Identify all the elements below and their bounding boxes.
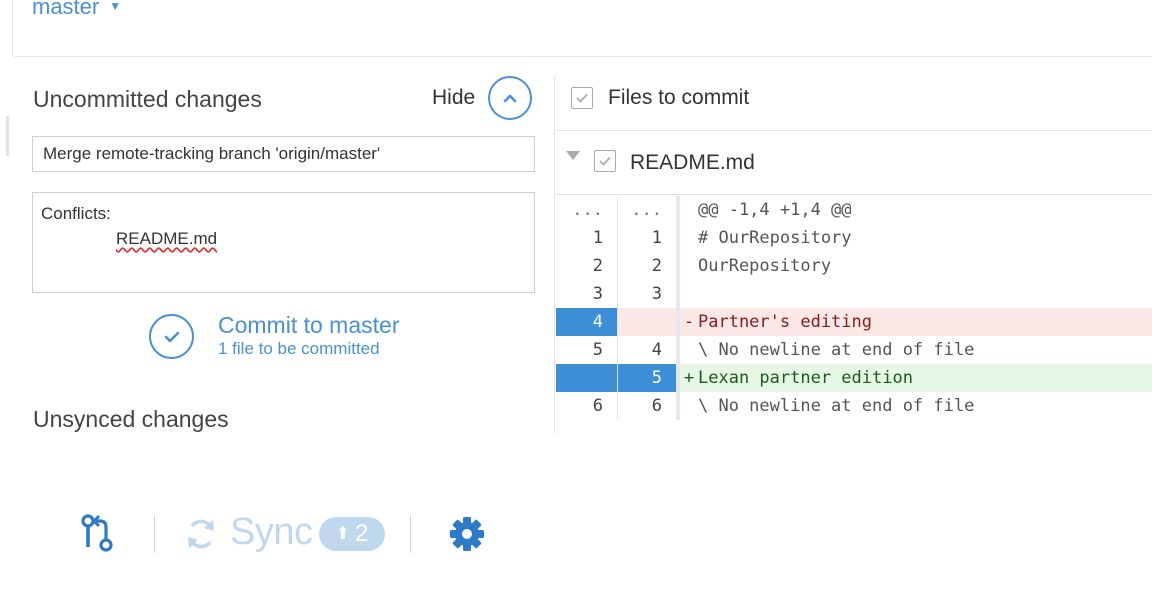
gear-icon[interactable] bbox=[448, 515, 486, 558]
diff-line: 5 + Lexan partner edition bbox=[556, 364, 1152, 392]
new-line-number: 6 bbox=[618, 392, 680, 420]
diff-line: 6 6 \ No newline at end of file bbox=[556, 392, 1152, 420]
panel-divider bbox=[554, 76, 555, 434]
commit-file-count: 1 file to be committed bbox=[218, 339, 380, 358]
files-to-commit-checkbox[interactable] bbox=[571, 87, 593, 109]
diff-line: 2 2 OurRepository bbox=[556, 252, 1152, 280]
new-line-number: 1 bbox=[618, 224, 680, 252]
commit-description-textarea[interactable]: Conflicts: README.md bbox=[32, 192, 535, 293]
files-to-commit-label: Files to commit bbox=[608, 86, 750, 109]
caret-down-icon: ▼ bbox=[109, 0, 122, 13]
left-border bbox=[12, 0, 13, 56]
diff-code: # OurRepository bbox=[698, 228, 852, 248]
new-line-number: 3 bbox=[618, 280, 680, 308]
toolbar-separator bbox=[154, 515, 155, 553]
diff-sign bbox=[680, 392, 698, 420]
file-header-divider bbox=[556, 194, 1152, 195]
branch-selector[interactable]: master ▼ bbox=[32, 0, 121, 20]
file-name[interactable]: README.md bbox=[630, 151, 755, 175]
diff-code: OurRepository bbox=[698, 256, 832, 276]
commit-to-master-label[interactable]: Commit to master bbox=[218, 312, 399, 339]
commit-summary-input[interactable]: Merge remote-tracking branch 'origin/mas… bbox=[32, 136, 535, 172]
old-line-number: 3 bbox=[556, 280, 618, 308]
diff-sign bbox=[680, 196, 698, 224]
diff-code bbox=[698, 280, 1152, 308]
diff-code: Partner's editing bbox=[698, 312, 872, 332]
diff-sign bbox=[680, 280, 698, 308]
hide-button[interactable] bbox=[488, 76, 532, 120]
old-line-number bbox=[556, 364, 618, 392]
up-arrow-icon: ⬆ bbox=[335, 524, 350, 543]
diff-code: Lexan partner edition bbox=[698, 368, 913, 388]
diff-line: 4 - Partner's editing bbox=[556, 308, 1152, 336]
old-line-number: 4 bbox=[556, 308, 618, 336]
uncommitted-changes-title: Uncommitted changes bbox=[33, 86, 262, 112]
diff-sign bbox=[680, 224, 698, 252]
sync-count-badge: ⬆ 2 bbox=[319, 517, 385, 551]
new-line-number bbox=[618, 308, 680, 336]
old-line-number: 5 bbox=[556, 336, 618, 364]
diff-view: ...... @@ -1,4 +1,4 @@ 1 1 # OurRepository 2 2… bbox=[556, 196, 1152, 420]
diff-code: \ No newline at end of file bbox=[698, 340, 975, 360]
sync-icon[interactable] bbox=[184, 516, 218, 557]
diff-sign bbox=[680, 336, 698, 364]
old-line-number: 6 bbox=[556, 392, 618, 420]
pull-request-icon[interactable] bbox=[80, 513, 114, 558]
diff-sign: - bbox=[683, 312, 695, 332]
sync-label[interactable]: Sync bbox=[230, 511, 313, 554]
new-line-number: 2 bbox=[618, 252, 680, 280]
diff-line: 33 bbox=[556, 280, 1152, 308]
unsynced-changes-title: Unsynced changes bbox=[33, 406, 229, 432]
branch-name: master bbox=[32, 0, 100, 19]
new-line-number: ... bbox=[618, 196, 680, 224]
file-checkbox[interactable] bbox=[594, 150, 616, 172]
commit-button[interactable] bbox=[149, 314, 194, 359]
diff-sign: + bbox=[683, 368, 695, 388]
chevron-up-icon bbox=[503, 94, 517, 103]
new-line-number: 4 bbox=[618, 336, 680, 364]
collapse-triangle-icon[interactable] bbox=[566, 151, 580, 160]
old-line-number: 2 bbox=[556, 252, 618, 280]
new-line-number: 5 bbox=[618, 364, 680, 392]
conflict-file-name: README.md bbox=[116, 229, 218, 248]
diff-code: \ No newline at end of file bbox=[698, 396, 975, 416]
toolbar-separator bbox=[410, 515, 411, 553]
diff-code: @@ -1,4 +1,4 @@ bbox=[698, 200, 852, 220]
sync-count: 2 bbox=[354, 520, 369, 547]
diff-line: 5 4 \ No newline at end of file bbox=[556, 336, 1152, 364]
conflicts-heading: Conflicts: bbox=[41, 204, 111, 223]
check-icon bbox=[599, 156, 611, 166]
old-line-number: 1 bbox=[556, 224, 618, 252]
old-line-number: ... bbox=[556, 196, 618, 224]
check-icon bbox=[576, 93, 588, 103]
checkmark-icon bbox=[164, 331, 179, 342]
scroll-indicator bbox=[6, 116, 9, 156]
diff-sign bbox=[680, 252, 698, 280]
hide-label[interactable]: Hide bbox=[432, 86, 475, 110]
top-divider bbox=[14, 56, 1152, 57]
right-divider bbox=[556, 130, 1152, 131]
diff-line: 1 1 # OurRepository bbox=[556, 224, 1152, 252]
diff-line: ...... @@ -1,4 +1,4 @@ bbox=[556, 196, 1152, 224]
